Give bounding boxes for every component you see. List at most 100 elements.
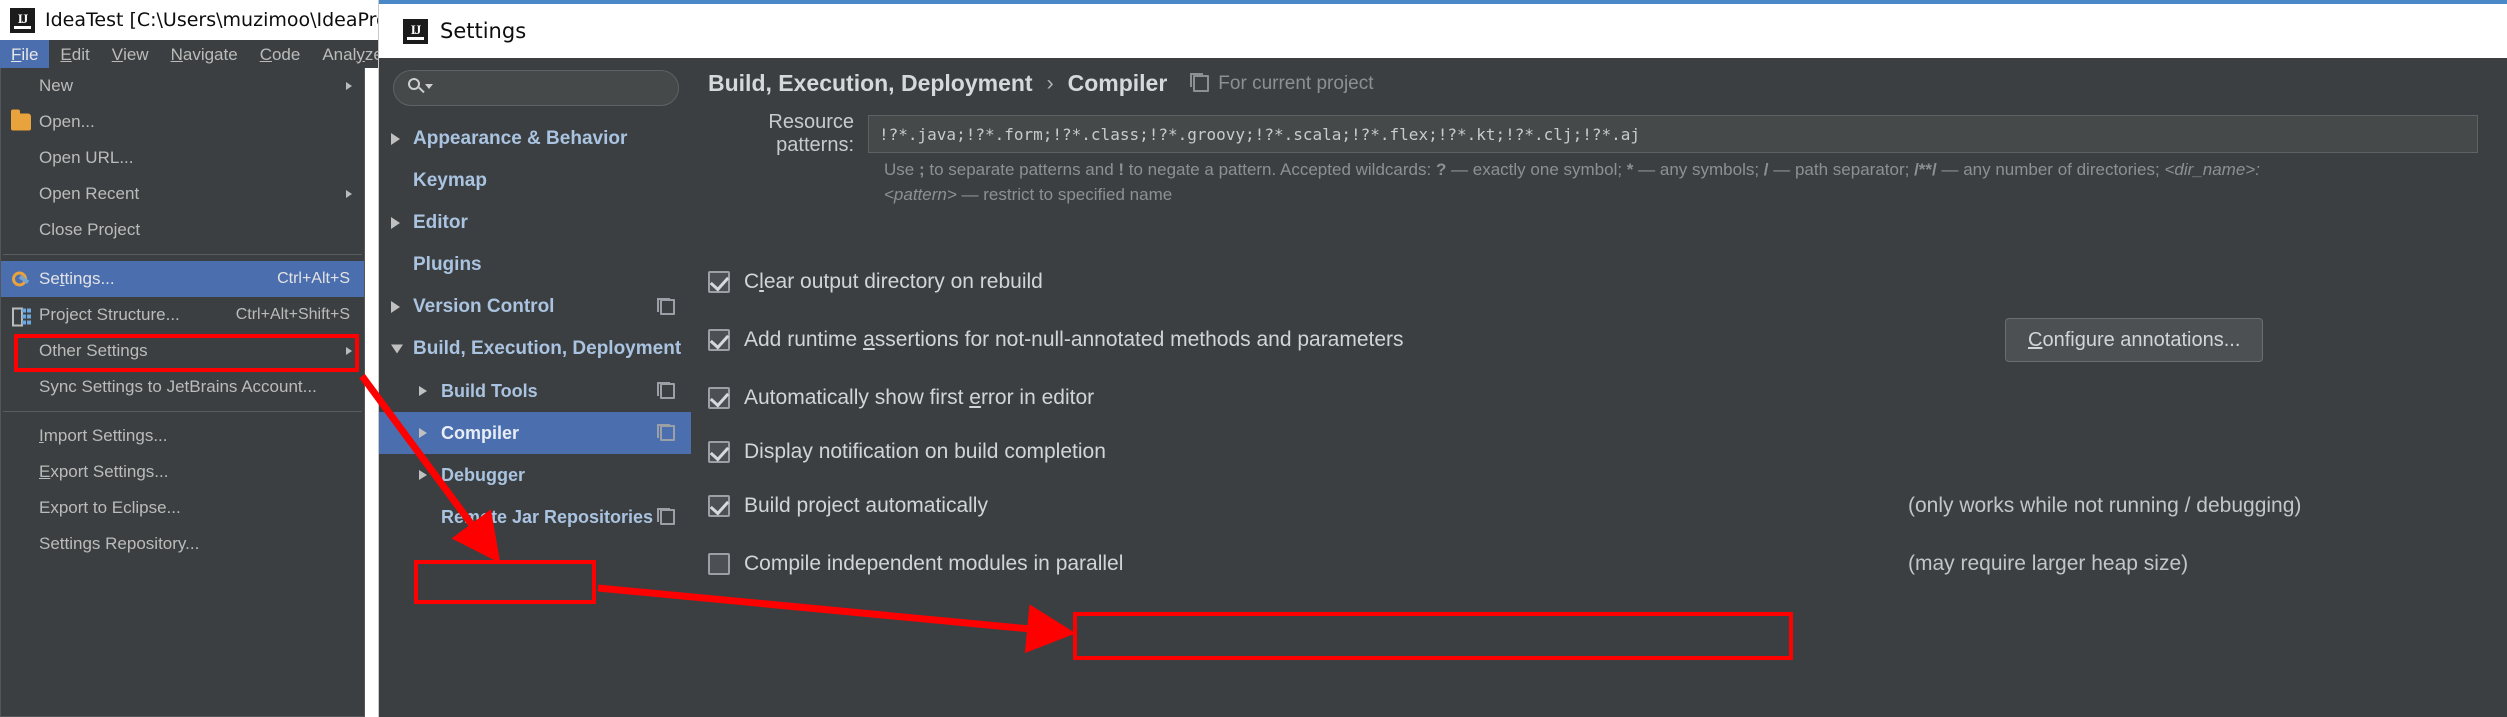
option-row-auto-show-first-error[interactable]: Automatically show first error in editor <box>692 378 2507 418</box>
option-label-compile-independent-modules: Compile independent modules in parallel <box>744 552 1124 575</box>
chevron-right-icon[interactable] <box>391 217 400 229</box>
idea-title-bar: IJ IdeaTest [C:\Users\muzimoo\IdeaProjec… <box>0 0 378 40</box>
checkbox-build-project-automatically[interactable] <box>708 495 730 517</box>
tree-item-label: Compiler <box>441 422 520 443</box>
checkbox-auto-show-first-error[interactable] <box>708 387 730 409</box>
file-dropdown-menu: New Open... Open URL... Open Recent Clos… <box>0 68 365 717</box>
menubar-item-view[interactable]: View <box>101 40 160 68</box>
settings-category-tree: Appearance & Behavior Keymap Editor Plug… <box>379 118 691 538</box>
tree-item-version-control[interactable]: Version Control <box>379 286 691 328</box>
menu-item-settings-accelerator: Ctrl+Alt+S <box>277 270 350 287</box>
menu-item-sync-settings-label: Sync Settings to JetBrains Account... <box>39 377 317 396</box>
checkbox-display-notification[interactable] <box>708 441 730 463</box>
menubar-item-analyze[interactable]: Analyze <box>311 40 378 68</box>
menu-item-new-label: New <box>39 76 74 95</box>
resource-patterns-label: Resource patterns: <box>768 111 854 156</box>
tree-item-editor[interactable]: Editor <box>379 202 691 244</box>
menu-item-export-settings[interactable]: Export Settings... <box>1 454 364 490</box>
tree-item-label: Build Tools <box>441 380 538 401</box>
menu-item-new[interactable]: New <box>1 68 364 104</box>
menu-item-export-to-eclipse-label: Export to Eclipse... <box>39 498 181 517</box>
chevron-right-icon[interactable] <box>391 133 400 145</box>
tree-item-compiler[interactable]: Compiler <box>379 412 691 454</box>
menu-item-sync-settings[interactable]: Sync Settings to JetBrains Account... <box>1 369 364 405</box>
settings-dialog-body: Appearance & Behavior Keymap Editor Plug… <box>379 58 2507 717</box>
option-label-auto-show-first-error: Automatically show first error in editor <box>744 386 1095 409</box>
tree-item-appearance-behavior[interactable]: Appearance & Behavior <box>379 118 691 160</box>
menubar-item-code[interactable]: Code <box>249 40 312 68</box>
option-note-compile-independent-modules: (may require larger heap size) <box>1908 552 2189 575</box>
resource-patterns-value: !?*.java;!?*.form;!?*.class;!?*.groovy;!… <box>879 124 1640 144</box>
search-icon <box>408 78 434 98</box>
settings-wrench-icon <box>11 271 31 288</box>
submenu-arrow-icon <box>346 190 352 198</box>
menu-item-project-structure-accelerator: Ctrl+Alt+Shift+S <box>235 306 350 323</box>
option-row-add-runtime-assertions[interactable]: Add runtime assertions for not-null-anno… <box>692 318 2507 362</box>
menu-item-export-to-eclipse[interactable]: Export to Eclipse... <box>1 490 364 526</box>
checkbox-compile-independent-modules[interactable] <box>708 553 730 575</box>
checkbox-clear-output-directory[interactable] <box>708 271 730 293</box>
chevron-right-icon[interactable] <box>419 386 427 396</box>
option-row-clear-output-directory[interactable]: Clear output directory on rebuild <box>692 262 2507 302</box>
breadcrumb-parent[interactable]: Build, Execution, Deployment <box>708 70 1033 97</box>
tree-item-label: Keymap <box>413 170 487 191</box>
idea-window-title: IdeaTest [C:\Users\muzimoo\IdeaProjects\ <box>45 9 378 31</box>
breadcrumb-current: Compiler <box>1067 70 1168 96</box>
folder-icon <box>11 109 31 131</box>
tree-item-label: Version Control <box>413 296 555 317</box>
menu-item-settings-repository-label: Settings Repository... <box>39 534 200 553</box>
project-scope-label: For current project <box>1190 73 1374 95</box>
tree-item-debugger[interactable]: Debugger <box>379 454 691 496</box>
project-structure-icon <box>11 307 31 327</box>
menu-item-settings-repository[interactable]: Settings Repository... <box>1 526 364 562</box>
menu-item-settings[interactable]: Settings... Ctrl+Alt+S <box>1 261 364 297</box>
configure-annotations-button[interactable]: Configure annotations... <box>2005 318 2264 362</box>
option-row-display-notification[interactable]: Display notification on build completion <box>692 432 2507 472</box>
menu-item-settings-label: Settings... <box>39 269 115 288</box>
menu-item-open[interactable]: Open... <box>1 104 364 140</box>
menu-item-close-project[interactable]: Close Project <box>1 212 364 248</box>
menu-item-import-settings[interactable]: Import Settings... <box>1 418 364 454</box>
tree-item-remote-jar-repositories[interactable]: Remote Jar Repositories <box>379 496 691 538</box>
tree-item-build-execution-deployment[interactable]: Build, Execution, Deployment <box>379 328 691 370</box>
settings-search-input[interactable] <box>393 70 679 106</box>
menubar-item-edit[interactable]: Edit <box>49 40 100 68</box>
menu-item-project-structure[interactable]: Project Structure... Ctrl+Alt+Shift+S <box>1 297 364 333</box>
option-note-build-project-automatically: (only works while not running / debuggin… <box>1908 494 2302 517</box>
settings-title-bar: IJ Settings <box>379 4 2507 58</box>
resource-patterns-hint: Use ; to separate patterns and ! to nega… <box>884 160 2260 204</box>
resource-patterns-input[interactable]: !?*.java;!?*.form;!?*.class;!?*.groovy;!… <box>868 115 2478 153</box>
menubar-item-file[interactable]: File <box>0 40 50 68</box>
tree-item-label: Remote Jar Repositories <box>441 506 654 527</box>
copy-scope-icon <box>657 298 675 315</box>
tree-item-keymap[interactable]: Keymap <box>379 160 691 202</box>
chevron-right-icon[interactable] <box>419 470 427 480</box>
tree-item-build-tools[interactable]: Build Tools <box>379 370 691 412</box>
settings-dialog: IJ Settings Appearance & Behavior Keymap… <box>378 0 2507 717</box>
breadcrumb: Build, Execution, Deployment › Compiler … <box>708 70 1374 97</box>
checkbox-add-runtime-assertions[interactable] <box>708 329 730 351</box>
submenu-arrow-icon <box>346 347 352 355</box>
chevron-right-icon[interactable] <box>391 301 400 313</box>
menu-item-export-settings-label: Export Settings... <box>39 462 169 481</box>
breadcrumb-separator-icon: › <box>1046 71 1054 95</box>
tree-item-label: Editor <box>413 212 468 233</box>
option-row-build-project-automatically[interactable]: Build project automatically (only works … <box>692 486 2507 526</box>
copy-scope-icon <box>657 508 675 525</box>
idea-main-window: IJ IdeaTest [C:\Users\muzimoo\IdeaProjec… <box>0 0 378 717</box>
copy-scope-icon <box>1190 73 1210 92</box>
chevron-right-icon[interactable] <box>419 428 427 438</box>
option-row-compile-independent-modules[interactable]: Compile independent modules in parallel … <box>692 544 2507 584</box>
menubar-item-navigate[interactable]: Navigate <box>160 40 249 68</box>
tree-item-plugins[interactable]: Plugins <box>379 244 691 286</box>
tree-item-label: Debugger <box>441 464 526 485</box>
screenshot-root: IJ IdeaTest [C:\Users\muzimoo\IdeaProjec… <box>0 0 2507 717</box>
intellij-idea-logo-icon: IJ <box>403 18 428 44</box>
submenu-arrow-icon <box>346 82 352 90</box>
menu-item-open-url[interactable]: Open URL... <box>1 140 364 176</box>
chevron-down-icon[interactable] <box>391 344 403 354</box>
menu-item-other-settings[interactable]: Other Settings <box>1 333 364 369</box>
menu-separator <box>3 411 362 412</box>
tree-item-label: Build, Execution, Deployment <box>413 338 682 359</box>
menu-item-open-recent[interactable]: Open Recent <box>1 176 364 212</box>
